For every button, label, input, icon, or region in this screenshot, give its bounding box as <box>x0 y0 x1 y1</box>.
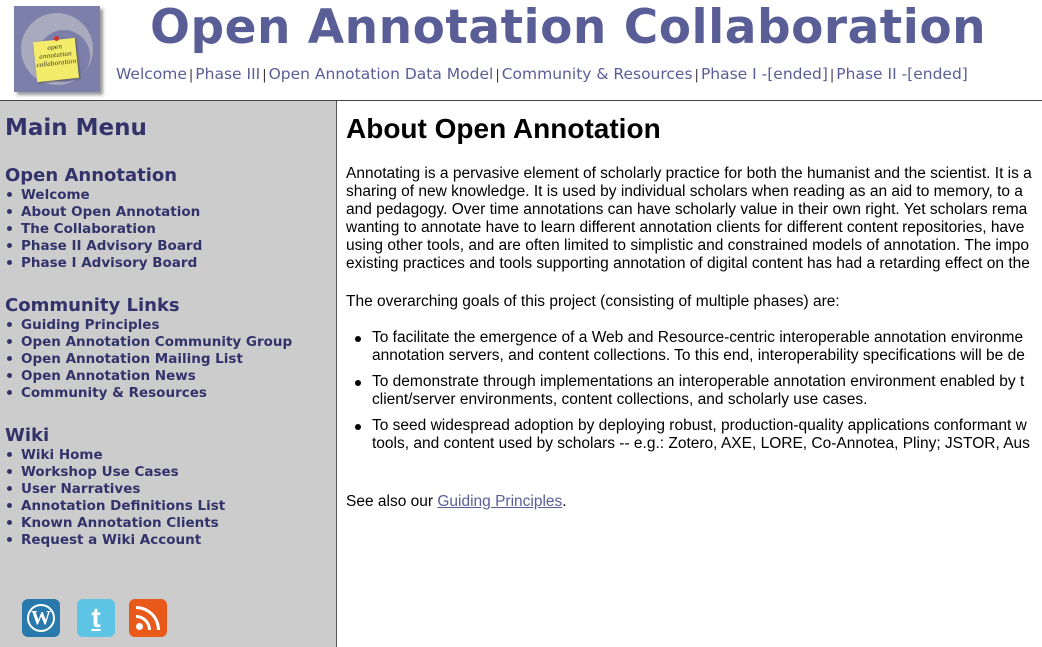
sidebar-item-phase-i-board[interactable]: Phase I Advisory Board <box>21 255 197 271</box>
intro-line: existing practices and tools supporting … <box>346 255 1030 272</box>
list-item: Wiki Home <box>5 447 225 464</box>
intro-line: and pedagogy. Over time annotations can … <box>346 201 1028 218</box>
logo-text: open annotation collaboration <box>36 43 77 70</box>
list-item: Welcome <box>5 187 202 204</box>
sidebar-item-news[interactable]: Open Annotation News <box>21 368 196 384</box>
list-item: Guiding Principles <box>5 317 292 334</box>
rss-icon[interactable] <box>129 599 167 637</box>
list-item: Phase II Advisory Board <box>5 238 202 255</box>
nav-community-resources[interactable]: Community & Resources <box>502 65 693 83</box>
site-logo[interactable]: open annotation collaboration <box>14 6 100 92</box>
goal-item: To demonstrate through implementations a… <box>346 373 1042 409</box>
goals-list: To facilitate the emergence of a Web and… <box>346 329 1042 461</box>
site-header: open annotation collaboration Open Annot… <box>0 0 1042 101</box>
twitter-icon[interactable]: t <box>77 599 115 637</box>
list-item: User Narratives <box>5 481 225 498</box>
nav-phase-ii[interactable]: Phase II -[ended] <box>836 65 968 83</box>
list-item: Open Annotation Mailing List <box>5 351 292 368</box>
list-item: Community & Resources <box>5 385 292 402</box>
top-navigation: Welcome | Phase III | Open Annotation Data M… <box>116 65 968 83</box>
section-heading-community-links: Community Links <box>5 295 180 316</box>
sidebar-item-workshop-use-cases[interactable]: Workshop Use Cases <box>21 464 179 480</box>
list-item: Phase I Advisory Board <box>5 255 202 272</box>
nav-phase-iii[interactable]: Phase III <box>195 65 260 83</box>
guiding-principles-link[interactable]: Guiding Principles <box>437 493 562 510</box>
sidebar-item-community-resources[interactable]: Community & Resources <box>21 385 207 401</box>
list-item: Open Annotation Community Group <box>5 334 292 351</box>
intro-paragraph: Annotating is a pervasive element of sch… <box>346 165 1042 273</box>
intro-line: using other tools, and are often limited… <box>346 237 1029 254</box>
sidebar-item-welcome[interactable]: Welcome <box>21 187 90 203</box>
page-title: About Open Annotation <box>346 113 661 144</box>
sidebar-item-mailing-list[interactable]: Open Annotation Mailing List <box>21 351 243 367</box>
list-item: Annotation Definitions List <box>5 498 225 515</box>
sidebar-item-guiding-principles[interactable]: Guiding Principles <box>21 317 160 333</box>
sidebar-item-annotation-definitions[interactable]: Annotation Definitions List <box>21 498 225 514</box>
sidebar-item-user-narratives[interactable]: User Narratives <box>21 481 140 497</box>
sidebar-item-known-clients[interactable]: Known Annotation Clients <box>21 515 219 531</box>
sidebar-item-phase-ii-board[interactable]: Phase II Advisory Board <box>21 238 202 254</box>
section-heading-open-annotation: Open Annotation <box>5 165 178 186</box>
nav-welcome[interactable]: Welcome <box>116 65 187 83</box>
community-links-list: Guiding Principles Open Annotation Commu… <box>5 317 292 402</box>
list-item: Workshop Use Cases <box>5 464 225 481</box>
sidebar-item-wiki-home[interactable]: Wiki Home <box>21 447 103 463</box>
goal-item: To facilitate the emergence of a Web and… <box>346 329 1042 365</box>
goal-item: To seed widespread adoption by deploying… <box>346 417 1042 453</box>
intro-line: wanting to annotate have to learn differ… <box>346 219 1025 236</box>
open-annotation-list: Welcome About Open Annotation The Collab… <box>5 187 202 272</box>
see-also: See also our Guiding Principles. <box>346 493 567 510</box>
goals-intro: The overarching goals of this project (c… <box>346 293 840 310</box>
intro-line: sharing of new knowledge. It is used by … <box>346 183 1023 200</box>
nav-phase-i[interactable]: Phase I -[ended] <box>701 65 828 83</box>
sidebar-item-community-group[interactable]: Open Annotation Community Group <box>21 334 292 350</box>
wordpress-icon[interactable]: W <box>22 599 60 637</box>
list-item: Open Annotation News <box>5 368 292 385</box>
sidebar: Main Menu Open Annotation Welcome About … <box>0 101 337 647</box>
site-title: Open Annotation Collaboration <box>150 0 987 55</box>
sidebar-item-collaboration[interactable]: The Collaboration <box>21 221 156 237</box>
list-item: The Collaboration <box>5 221 202 238</box>
list-item: About Open Annotation <box>5 204 202 221</box>
nav-data-model[interactable]: Open Annotation Data Model <box>269 65 494 83</box>
pin-icon <box>54 36 59 41</box>
sidebar-item-request-wiki-account[interactable]: Request a Wiki Account <box>21 532 201 548</box>
main-menu-title: Main Menu <box>5 115 147 141</box>
main-content: About Open Annotation Annotating is a pe… <box>346 101 1042 647</box>
list-item: Request a Wiki Account <box>5 532 225 549</box>
logo-sticky-note: open annotation collaboration <box>33 37 79 83</box>
list-item: Known Annotation Clients <box>5 515 225 532</box>
section-heading-wiki: Wiki <box>5 425 50 446</box>
wiki-list: Wiki Home Workshop Use Cases User Narrat… <box>5 447 225 549</box>
intro-line: Annotating is a pervasive element of sch… <box>346 165 1032 182</box>
sidebar-item-about[interactable]: About Open Annotation <box>21 204 200 220</box>
